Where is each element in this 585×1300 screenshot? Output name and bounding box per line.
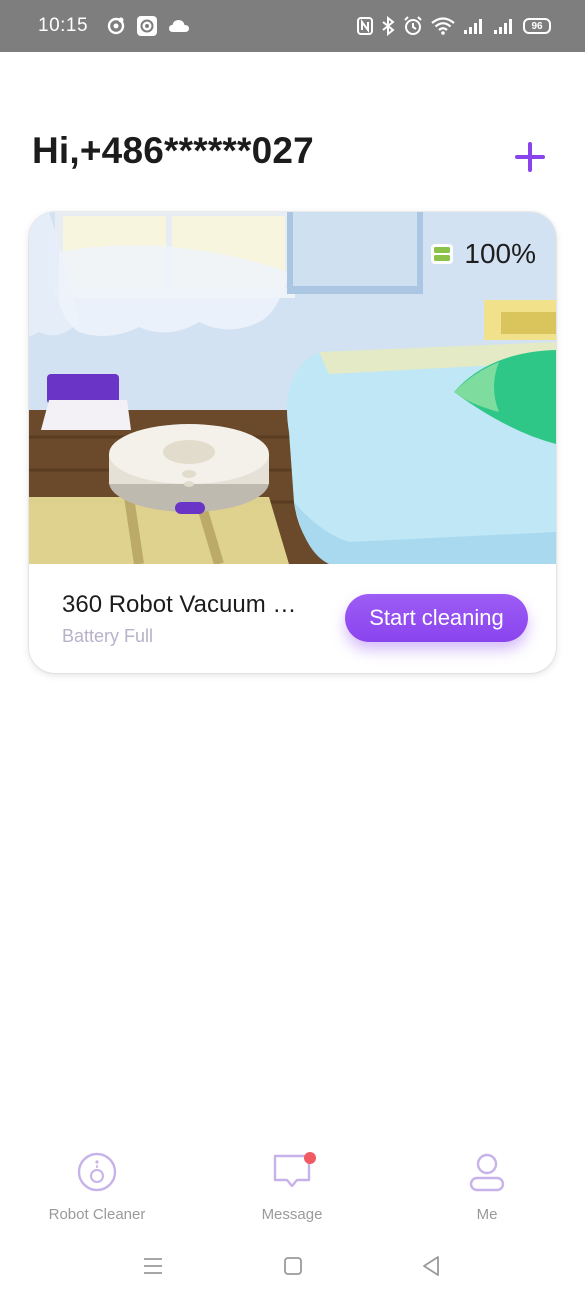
signal-icon <box>463 17 485 35</box>
status-bar: 10:15 96 <box>0 0 585 52</box>
tab-message[interactable]: Message <box>222 1150 362 1223</box>
back-icon[interactable] <box>417 1252 445 1280</box>
unread-badge <box>304 1152 316 1164</box>
status-time: 10:15 <box>38 15 89 36</box>
status-right-icons: 96 <box>357 16 551 36</box>
system-navigation-bar <box>0 1240 585 1290</box>
menu-icon[interactable] <box>139 1252 167 1280</box>
battery-icon: 96 <box>523 18 551 34</box>
tab-robot-cleaner[interactable]: Robot Cleaner <box>27 1150 167 1223</box>
person-icon <box>465 1150 509 1194</box>
device-status: Battery Full <box>62 626 154 646</box>
screen-record-icon <box>136 15 158 37</box>
bottom-tab-bar: Robot Cleaner Message Me <box>0 1150 585 1230</box>
alarm-icon <box>403 16 423 36</box>
tab-label: Robot Cleaner <box>48 1206 146 1223</box>
start-cleaning-button[interactable]: Start cleaning <box>345 594 528 642</box>
battery-level-icon <box>431 244 454 264</box>
battery-indicator: 100% <box>430 238 536 270</box>
tab-label: Message <box>261 1206 323 1223</box>
app-screen: 10:15 96 Hi,+486******027 100% 360 Robot… <box>0 0 585 1300</box>
robot-cleaner-icon <box>75 1150 119 1194</box>
device-name: 360 Robot Vacuum Cleaner <box>62 591 312 618</box>
signal-icon <box>493 17 515 35</box>
nfc-icon <box>357 16 373 36</box>
notification-app-icon <box>106 16 126 36</box>
message-icon <box>270 1150 316 1194</box>
greeting-title: Hi,+486******027 <box>32 130 314 171</box>
status-left-icons <box>106 15 190 37</box>
plus-icon <box>515 142 545 172</box>
home-icon[interactable] <box>279 1252 307 1280</box>
add-device-button[interactable] <box>511 138 549 176</box>
device-card[interactable]: 100% 360 Robot Vacuum Cleaner Battery Fu… <box>29 212 556 673</box>
battery-percent: 100% <box>464 238 536 269</box>
cloud-icon <box>168 18 190 34</box>
tab-label: Me <box>476 1206 498 1223</box>
bluetooth-icon <box>381 16 395 36</box>
tab-me[interactable]: Me <box>417 1150 557 1223</box>
wifi-icon <box>431 17 455 35</box>
